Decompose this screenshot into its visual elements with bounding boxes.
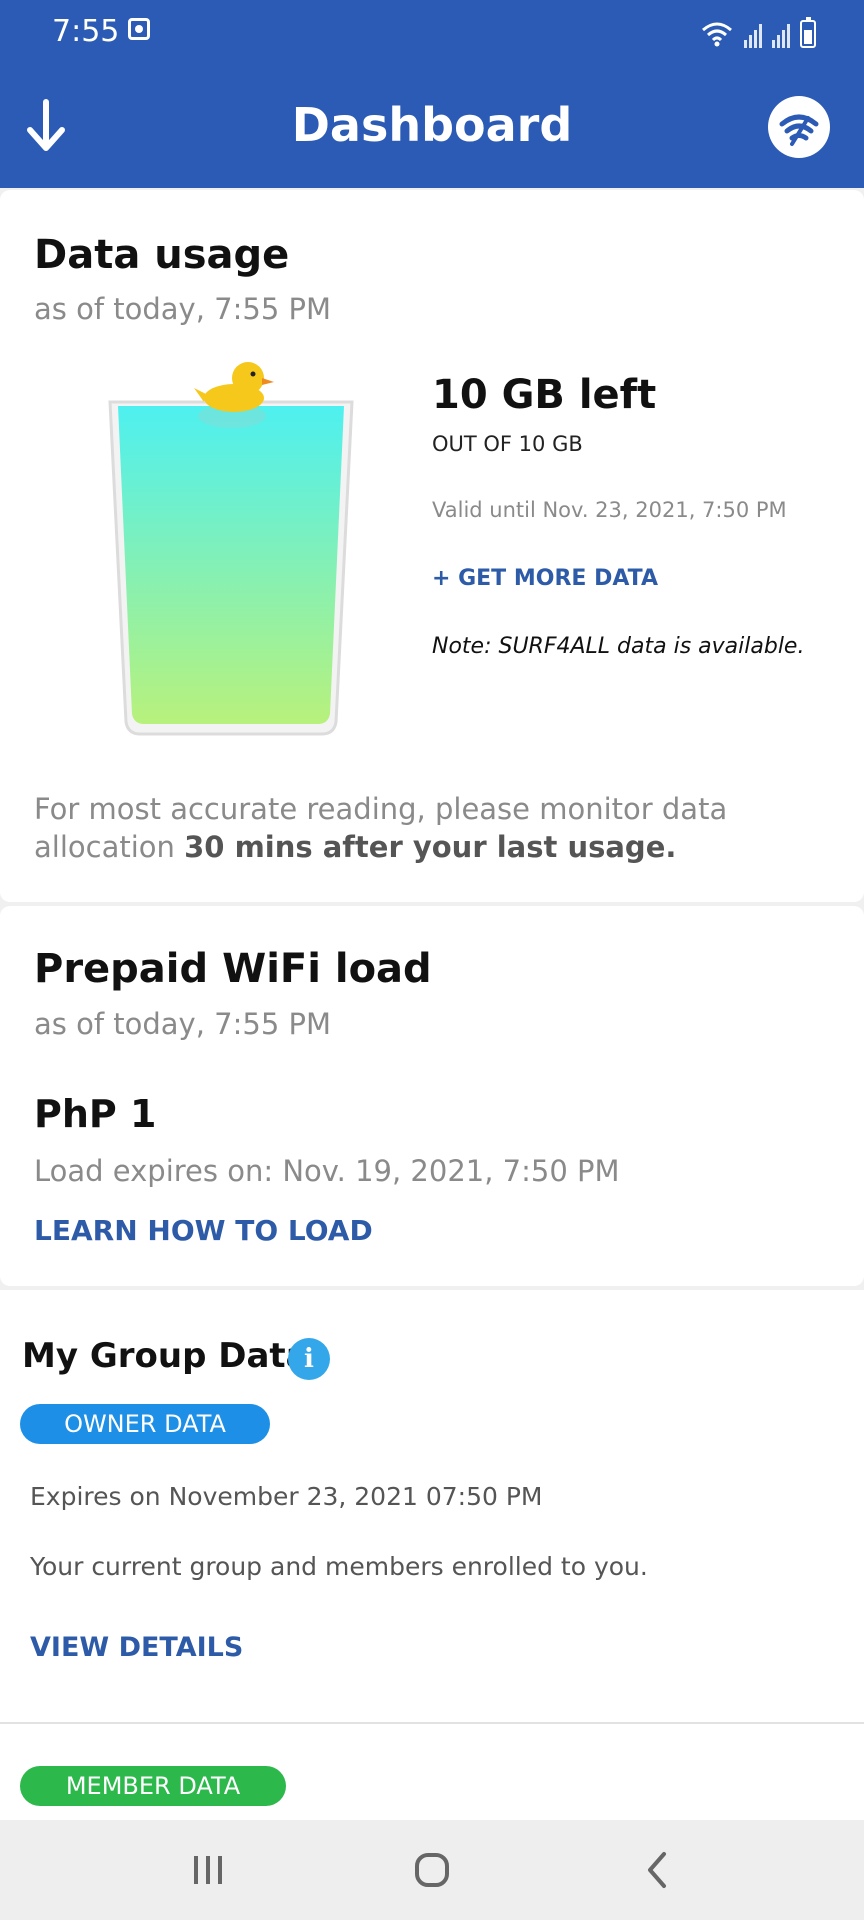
info-icon[interactable]: i <box>288 1338 330 1380</box>
wifi-icon <box>702 22 732 47</box>
signal-icon <box>744 22 762 48</box>
app-notification-icon <box>128 18 150 40</box>
duck-icon <box>194 362 274 428</box>
learn-how-to-load-link[interactable]: LEARN HOW TO LOAD <box>34 1214 373 1247</box>
owner-description: Your current group and members enrolled … <box>30 1552 648 1581</box>
data-glass-graphic <box>108 362 354 736</box>
wifi-boost-icon <box>779 114 819 146</box>
owner-expiry: Expires on November 23, 2021 07:50 PM <box>30 1482 543 1511</box>
wifi-boost-button[interactable] <box>768 96 830 158</box>
data-usage-title: Data usage <box>34 232 290 278</box>
divider <box>0 1722 864 1724</box>
home-icon[interactable] <box>402 1840 462 1900</box>
owner-data-badge: OWNER DATA <box>20 1404 270 1444</box>
data-advice: For most accurate reading, please monito… <box>34 790 824 866</box>
prepaid-as-of: as of today, 7:55 PM <box>34 1007 332 1041</box>
data-note: Note: SURF4ALL data is available. <box>432 634 805 659</box>
app-bar: Dashboard <box>0 64 864 188</box>
status-icons <box>700 14 816 48</box>
prepaid-title: Prepaid WiFi load <box>34 946 432 992</box>
get-more-data-link[interactable]: + GET MORE DATA <box>432 566 658 591</box>
battery-charging-icon <box>800 17 816 48</box>
load-expiry: Load expires on: Nov. 19, 2021, 7:50 PM <box>34 1154 620 1188</box>
system-nav-bar <box>0 1820 864 1920</box>
recent-apps-icon[interactable] <box>178 1840 238 1900</box>
status-bar: 7:55 <box>0 0 864 64</box>
data-advice-bold: 30 mins after your last usage. <box>184 830 677 864</box>
page-title: Dashboard <box>291 98 573 152</box>
back-icon[interactable] <box>628 1840 688 1900</box>
water-level <box>118 406 344 724</box>
member-data-badge: MEMBER DATA <box>20 1766 286 1806</box>
status-time: 7:55 <box>52 14 120 49</box>
view-details-link[interactable]: VIEW DETAILS <box>30 1632 243 1663</box>
group-data-title: My Group Data <box>22 1336 309 1376</box>
data-remaining: 10 GB left <box>432 372 657 418</box>
load-amount: PhP 1 <box>34 1092 157 1136</box>
data-total: OUT OF 10 GB <box>432 432 583 456</box>
data-usage-as-of: as of today, 7:55 PM <box>34 292 332 326</box>
signal-icon <box>772 22 790 48</box>
data-valid-until: Valid until Nov. 23, 2021, 7:50 PM <box>432 498 787 522</box>
